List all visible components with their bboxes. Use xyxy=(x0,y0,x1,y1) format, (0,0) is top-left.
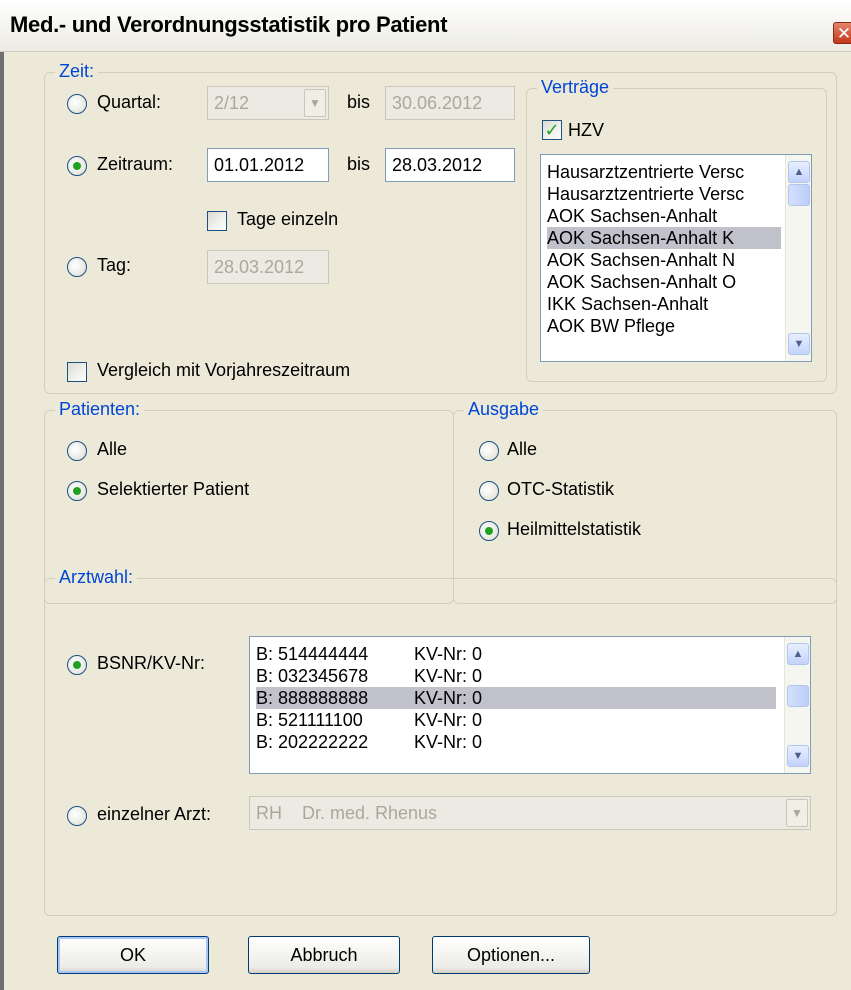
hzv-label: HZV xyxy=(568,120,604,140)
quartal-bis-label: bis xyxy=(347,92,371,112)
vertrag-item[interactable]: AOK Sachsen-Anhalt O xyxy=(547,271,781,293)
selektierter-patient-label: Selektierter Patient xyxy=(97,479,250,499)
einzelner-arzt-label: einzelner Arzt: xyxy=(97,804,212,824)
arztwahl-legend: Arztwahl: xyxy=(55,567,138,588)
tage-einzeln-label: Tage einzeln xyxy=(237,209,339,229)
dialog-body: Zeit: Quartal: 2/12 ▼ bis 30.06.2012 Zei… xyxy=(0,52,851,990)
bsnr-label: BSNR/KV-Nr: xyxy=(97,653,206,673)
ausgabe-alle-radio[interactable] xyxy=(479,441,499,461)
ausgabe-legend: Ausgabe xyxy=(464,399,544,420)
arzt-name: Dr. med. Rhenus xyxy=(302,803,438,823)
ausgabe-alle-label: Alle xyxy=(507,439,538,459)
otc-statistik-radio[interactable] xyxy=(479,481,499,501)
vertrag-item-selected[interactable]: AOK Sachsen-Anhalt K xyxy=(547,227,781,249)
tag-input: 28.03.2012 xyxy=(207,250,329,284)
vertrag-item[interactable]: Hausarztzentrierte Versc xyxy=(547,161,781,183)
kv-value: KV-Nr: 0 xyxy=(414,732,483,752)
vertraege-legend: Verträge xyxy=(537,77,614,98)
vertrag-item[interactable]: AOK BW Pflege xyxy=(547,315,781,337)
patienten-alle-radio[interactable] xyxy=(67,441,87,461)
bsnr-value: B: 202222222 xyxy=(256,732,369,752)
heilmittelstatistik-label: Heilmittelstatistik xyxy=(507,519,642,539)
einzelner-arzt-radio[interactable] xyxy=(67,806,87,826)
bsnr-scrollbar[interactable]: ▲ ▼ xyxy=(784,637,810,773)
arzt-code: RH xyxy=(256,803,282,823)
kv-value: KV-Nr: 0 xyxy=(414,666,483,686)
bsnr-row[interactable]: B: 521111100 KV-Nr: 0 xyxy=(256,709,776,731)
vertrag-item[interactable]: Hausarztzentrierte Versc xyxy=(547,183,781,205)
tage-einzeln-checkbox[interactable] xyxy=(207,211,227,231)
window-title: Med.- und Verordnungsstatistik pro Patie… xyxy=(10,12,448,37)
vergleich-label: Vergleich mit Vorjahreszeitraum xyxy=(97,360,351,380)
abbruch-button[interactable]: Abbruch xyxy=(248,936,400,974)
heilmittelstatistik-radio[interactable] xyxy=(479,521,499,541)
quartal-end-field: 30.06.2012 xyxy=(385,86,515,120)
chevron-down-icon: ▼ xyxy=(786,799,808,827)
vertrag-item[interactable]: AOK Sachsen-Anhalt xyxy=(547,205,781,227)
bsnr-row[interactable]: B: 514444444 KV-Nr: 0 xyxy=(256,643,776,665)
quartal-select[interactable]: 2/12 ▼ xyxy=(207,86,329,120)
quartal-label: Quartal: xyxy=(97,92,162,112)
title-bar: Med.- und Verordnungsstatistik pro Patie… xyxy=(0,0,851,52)
bsnr-row[interactable]: B: 202222222 KV-Nr: 0 xyxy=(256,731,776,753)
scroll-up-icon[interactable]: ▲ xyxy=(787,643,809,665)
scroll-down-icon[interactable]: ▼ xyxy=(787,745,809,767)
quartal-radio[interactable] xyxy=(67,94,87,114)
chevron-down-icon: ▼ xyxy=(304,89,326,117)
selektierter-patient-radio[interactable] xyxy=(67,481,87,501)
vertraege-scrollbar[interactable]: ▲ ▼ xyxy=(785,155,811,361)
bsnr-list[interactable]: B: 514444444 KV-Nr: 0 B: 032345678 KV-Nr: … xyxy=(249,636,811,774)
kv-value: KV-Nr: 0 xyxy=(414,644,483,664)
scroll-thumb[interactable] xyxy=(787,685,809,707)
kv-value: KV-Nr: 0 xyxy=(414,710,483,730)
patienten-alle-label: Alle xyxy=(97,439,128,459)
bsnr-value: B: 032345678 xyxy=(256,666,369,686)
tag-label: Tag: xyxy=(97,255,132,275)
hzv-checkbox[interactable]: ✓ xyxy=(542,120,562,140)
ok-button[interactable]: OK xyxy=(57,936,209,974)
zeitraum-from-input[interactable]: 01.01.2012 xyxy=(207,148,329,182)
bsnr-value: B: 888888888 xyxy=(256,688,369,708)
bsnr-value: B: 521111100 xyxy=(256,710,363,730)
checkmark-icon: ✓ xyxy=(544,120,560,140)
zeitraum-label: Zeitraum: xyxy=(97,154,174,174)
zeitraum-to-input[interactable]: 28.03.2012 xyxy=(385,148,515,182)
scroll-thumb[interactable] xyxy=(788,184,810,206)
patienten-legend: Patienten: xyxy=(55,399,145,420)
vergleich-checkbox[interactable] xyxy=(67,362,87,382)
tag-radio[interactable] xyxy=(67,257,87,277)
otc-statistik-label: OTC-Statistik xyxy=(507,479,615,499)
vertrag-item[interactable]: AOK Sachsen-Anhalt N xyxy=(547,249,781,271)
bsnr-row-selected[interactable]: B: 888888888 KV-Nr: 0 xyxy=(256,687,776,709)
bsnr-radio[interactable] xyxy=(67,655,87,675)
arzt-select[interactable]: RH Dr. med. Rhenus ▼ xyxy=(249,796,811,830)
scroll-up-icon[interactable]: ▲ xyxy=(788,161,810,183)
vertraege-list[interactable]: Hausarztzentrierte Versc Hausarztzentrie… xyxy=(540,154,812,362)
vertrag-item[interactable]: IKK Sachsen-Anhalt xyxy=(547,293,781,315)
close-icon: ✕ xyxy=(836,23,851,43)
optionen-button[interactable]: Optionen... xyxy=(432,936,590,974)
bsnr-row[interactable]: B: 032345678 KV-Nr: 0 xyxy=(256,665,776,687)
scroll-down-icon[interactable]: ▼ xyxy=(788,333,810,355)
bsnr-value: B: 514444444 xyxy=(256,644,369,664)
zeitraum-radio[interactable] xyxy=(67,156,87,176)
quartal-value: 2/12 xyxy=(214,93,250,113)
zeitraum-bis-label: bis xyxy=(347,154,371,174)
kv-value: KV-Nr: 0 xyxy=(414,688,483,708)
zeit-legend: Zeit: xyxy=(55,61,99,82)
close-button[interactable]: ✕ xyxy=(833,22,851,44)
